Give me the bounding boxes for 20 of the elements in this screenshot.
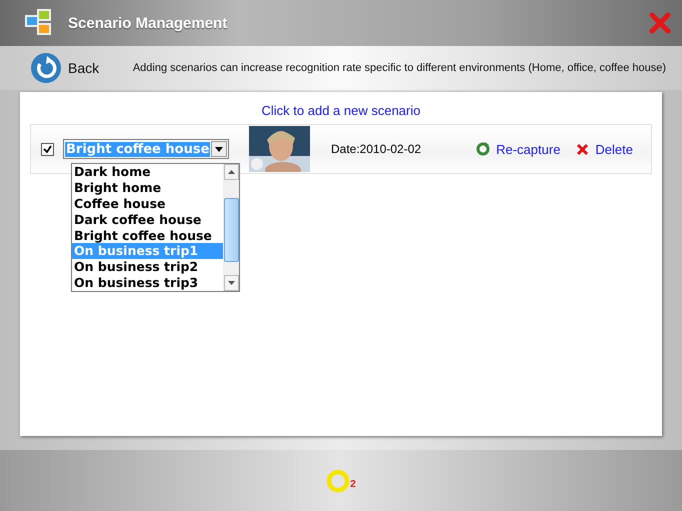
window-title: Scenario Management (68, 14, 228, 32)
capture-date: Date:2010-02-02 (331, 142, 422, 156)
close-icon (576, 142, 590, 156)
add-scenario-link[interactable]: Click to add a new scenario (262, 103, 420, 118)
refresh-icon (476, 142, 490, 156)
caret-down-icon (228, 281, 234, 285)
scroll-up-button[interactable] (224, 164, 238, 180)
scrollbar[interactable] (223, 164, 239, 291)
caret-up-icon (228, 170, 234, 174)
dropdown-option[interactable]: Bright coffee house (72, 228, 223, 244)
ring-icon (326, 468, 350, 492)
checkbox[interactable] (41, 142, 54, 156)
dropdown-button[interactable] (211, 141, 227, 157)
scroll-down-button[interactable] (224, 275, 238, 291)
recapture-button[interactable]: Re-capture (476, 142, 560, 156)
delete-button[interactable]: Delete (576, 142, 633, 156)
hint-text: Adding scenarios can increase recognition rate specific to different environments (Home, office, coffee house) (132, 62, 666, 74)
caret-icon (215, 146, 223, 152)
logo-subscript: 2 (350, 479, 356, 490)
back-button[interactable]: Back (30, 52, 100, 84)
